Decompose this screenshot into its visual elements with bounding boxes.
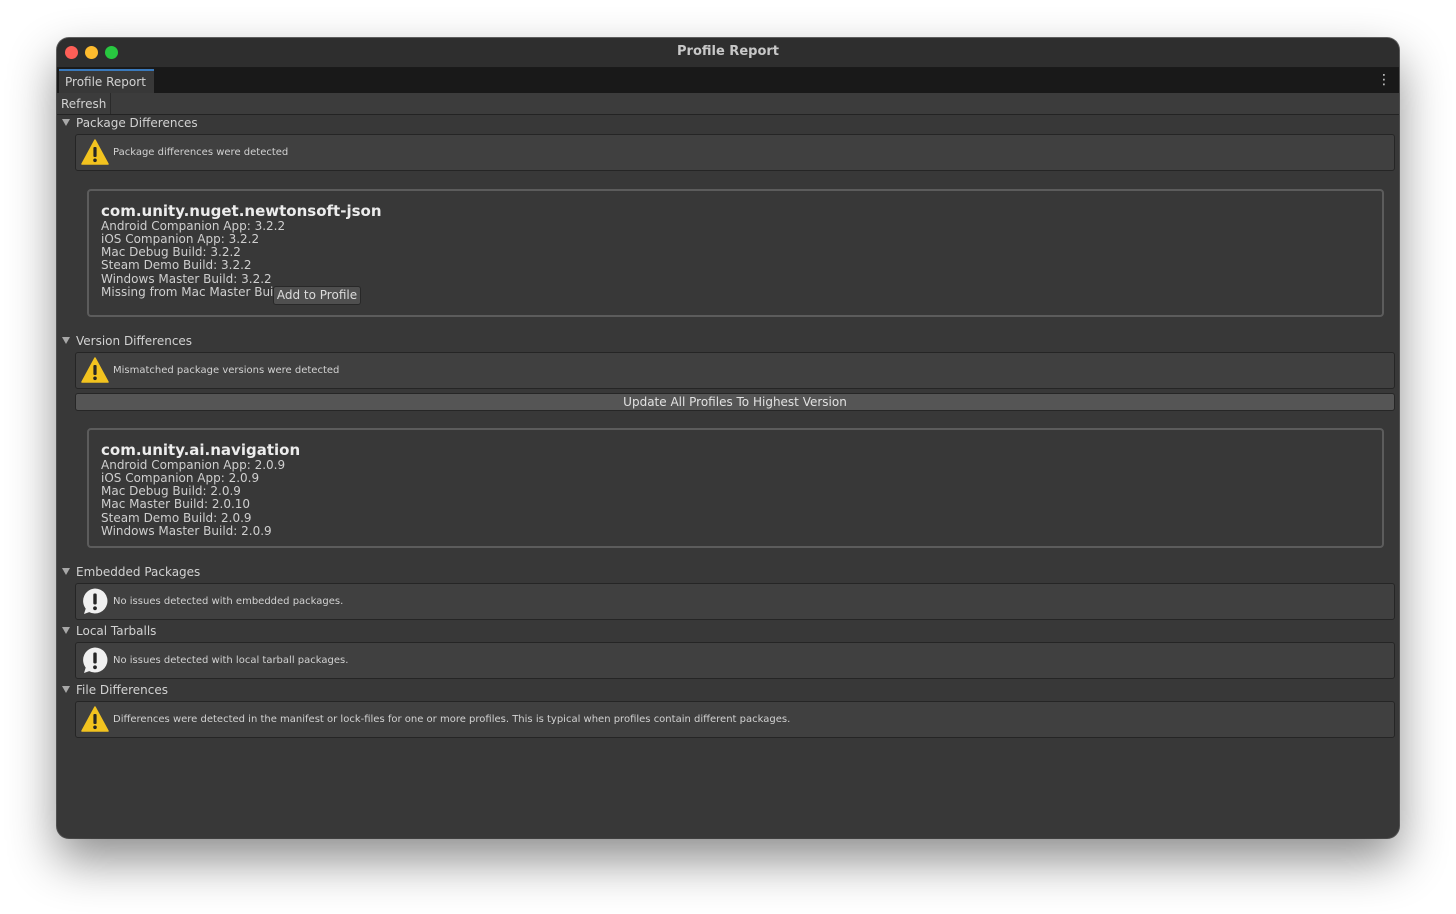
package-name: com.unity.nuget.newtonsoft-json — [101, 202, 382, 220]
profile-version-line: Mac Master Build: 2.0.10 — [101, 497, 251, 511]
foldout-arrow-icon — [62, 686, 70, 693]
file-differences-helpbox: Differences were detected in the manifes… — [75, 701, 1395, 738]
foldout-label: Local Tarballs — [76, 624, 157, 638]
warning-icon — [81, 706, 109, 732]
package-card: com.unity.ai.navigation Android Companio… — [87, 428, 1384, 548]
helpbox-message: No issues detected with embedded package… — [113, 596, 344, 607]
foldout-label: Embedded Packages — [76, 565, 201, 579]
foldout-label: Package Differences — [76, 116, 198, 130]
warning-icon — [81, 139, 109, 165]
package-differences-helpbox: Package differences were detected — [75, 134, 1395, 171]
profile-report-window: Profile Report Profile Report ⋮ Refresh … — [57, 38, 1399, 838]
missing-profile-text: Missing from Mac Master Build — [101, 285, 285, 299]
warning-icon — [81, 357, 109, 383]
profile-version-line: Steam Demo Build: 3.2.2 — [101, 258, 252, 272]
info-icon — [83, 647, 108, 673]
toolbar: Refresh — [57, 93, 1399, 115]
helpbox-message: No issues detected with local tarball pa… — [113, 655, 349, 666]
foldout-label: Version Differences — [76, 334, 193, 348]
foldout-arrow-icon — [62, 119, 70, 126]
foldout-label: File Differences — [76, 683, 169, 697]
add-to-profile-button[interactable]: Add to Profile — [273, 286, 361, 305]
foldout-arrow-icon — [62, 627, 70, 634]
more-vertical-icon[interactable]: ⋮ — [1377, 72, 1391, 88]
profile-version-line: Windows Master Build: 2.0.9 — [101, 524, 272, 538]
helpbox-message: Package differences were detected — [113, 147, 289, 158]
helpbox-message: Mismatched package versions were detecte… — [113, 365, 340, 376]
title-bar: Profile Report — [57, 38, 1399, 68]
update-all-profiles-button[interactable]: Update All Profiles To Highest Version — [75, 393, 1395, 411]
package-name: com.unity.ai.navigation — [101, 441, 301, 459]
tab-bar: Profile Report ⋮ — [57, 68, 1399, 93]
version-differences-helpbox: Mismatched package versions were detecte… — [75, 352, 1395, 389]
helpbox-message: Differences were detected in the manifes… — [113, 714, 791, 725]
window-title: Profile Report — [677, 44, 779, 59]
foldout-arrow-icon — [62, 337, 70, 344]
tab-profile-report[interactable]: Profile Report — [59, 69, 154, 93]
package-card: com.unity.nuget.newtonsoft-json Android … — [87, 189, 1384, 317]
local-tarballs-helpbox: No issues detected with local tarball pa… — [75, 642, 1395, 679]
foldout-arrow-icon — [62, 568, 70, 575]
embedded-packages-helpbox: No issues detected with embedded package… — [75, 583, 1395, 620]
refresh-button[interactable]: Refresh — [57, 93, 112, 114]
info-icon — [83, 588, 108, 614]
